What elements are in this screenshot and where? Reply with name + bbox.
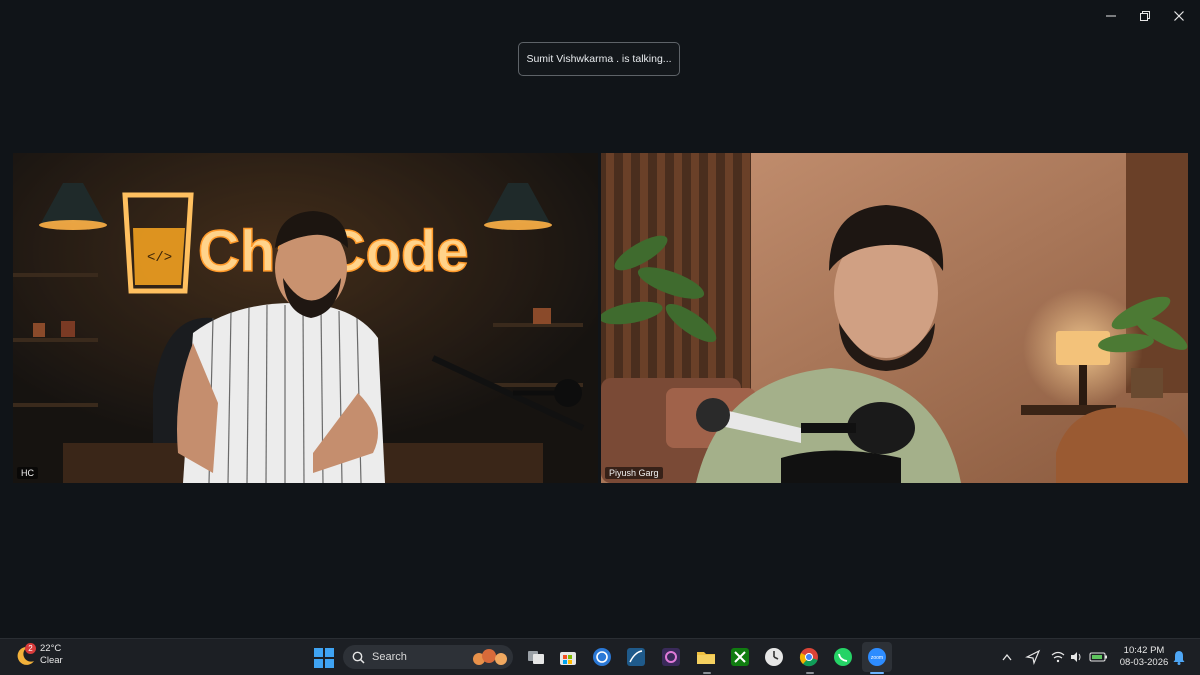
task-view-icon[interactable] [525, 646, 547, 668]
running-indicator [806, 672, 814, 674]
minimize-icon [1106, 15, 1116, 17]
video-feed-piyush-garg [601, 153, 1188, 483]
chevron-up-icon[interactable] [1000, 646, 1014, 668]
weather-condition: Clear [40, 655, 63, 666]
weather-widget[interactable]: 2 22°C Clear [14, 643, 63, 667]
video-feed-hc: </> ChaiCode [13, 153, 598, 483]
participant-name-label: HC [17, 467, 38, 479]
battery-icon[interactable] [1089, 646, 1109, 668]
whatsapp-icon[interactable] [832, 646, 854, 668]
video-tile-piyush-garg[interactable]: Piyush Garg [601, 153, 1188, 483]
start-button[interactable] [314, 648, 334, 668]
microsoft-store-icon[interactable] [557, 646, 579, 668]
clock-app-icon[interactable] [763, 646, 785, 668]
zoom-icon[interactable]: zoom [866, 646, 888, 668]
purple-app-icon[interactable] [660, 646, 682, 668]
restore-button[interactable] [1128, 4, 1162, 28]
close-icon [1174, 11, 1184, 21]
clock-time: 10:42 PM [1123, 645, 1165, 656]
running-indicator [703, 672, 711, 674]
notification-bell-icon[interactable] [1172, 646, 1186, 668]
wifi-icon[interactable] [1050, 646, 1066, 668]
moon-icon: 2 [14, 643, 38, 667]
xbox-icon[interactable] [729, 646, 751, 668]
chrome-icon[interactable] [798, 646, 820, 668]
search-icon [352, 651, 365, 664]
search-label: Search [372, 651, 407, 663]
volume-icon[interactable] [1069, 646, 1083, 668]
active-indicator [870, 672, 884, 674]
weather-temperature: 22°C [40, 643, 62, 654]
windows-taskbar: 2 22°C Clear Search zoom 10:42 PM 08-03-… [0, 638, 1200, 675]
svg-text:zoom: zoom [871, 655, 883, 661]
video-tile-hc[interactable]: </> ChaiCode [13, 153, 598, 483]
weather-text: 22°C Clear [40, 643, 63, 667]
file-explorer-icon[interactable] [695, 646, 717, 668]
taskbar-search-box[interactable]: Search [343, 645, 513, 669]
weather-notification-badge: 2 [25, 643, 36, 654]
restore-icon [1140, 11, 1150, 21]
svg-text:</>: </> [147, 250, 172, 266]
zoom-meeting-window: Sumit Vishwkarma . is talking... </> HC … [0, 0, 1200, 675]
sync-app-icon[interactable] [591, 646, 613, 668]
taskbar-clock[interactable]: 10:42 PM 08-03-2026 [1118, 645, 1170, 669]
window-controls [1094, 4, 1196, 28]
close-button[interactable] [1162, 4, 1196, 28]
mysql-workbench-icon[interactable] [625, 646, 647, 668]
minimize-button[interactable] [1094, 4, 1128, 28]
search-highlight-icon [473, 649, 507, 665]
clock-date: 08-03-2026 [1119, 657, 1169, 668]
active-speaker-toast: Sumit Vishwkarma . is talking... [518, 42, 680, 76]
participant-name-label: Piyush Garg [605, 467, 663, 479]
location-icon[interactable] [1025, 646, 1041, 668]
windows-logo-icon [314, 648, 334, 668]
